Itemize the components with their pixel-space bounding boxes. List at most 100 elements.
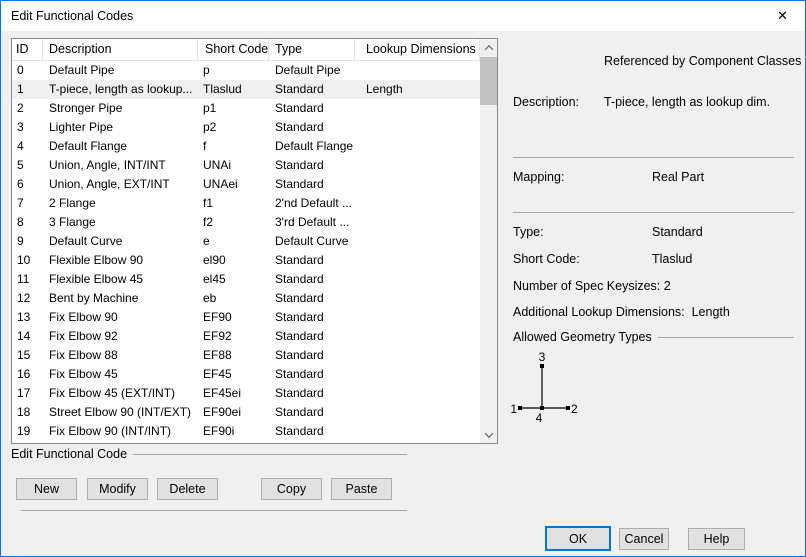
cancel-button[interactable]: Cancel [619,528,669,550]
table-row[interactable]: 72 Flangef12'nd Default ... [12,194,480,213]
cell-short-code: UNAi [198,156,269,175]
table-row[interactable]: 12Bent by MachineebStandard [12,289,480,308]
cell-description: Lighter Pipe [43,118,198,137]
cell-description: Default Pipe [43,61,198,80]
table-row[interactable]: 16Fix Elbow 45EF45Standard [12,365,480,384]
cell-id: 3 [12,118,43,137]
paste-button[interactable]: Paste [331,478,392,500]
functional-codes-table: ID Description Short Code Type Lookup Di… [11,38,498,444]
port-label-3: 3 [539,350,546,364]
cell-type: Standard [269,327,355,346]
junction-4-node [540,406,544,410]
scrollbar-thumb[interactable] [480,57,497,105]
help-button[interactable]: Help [688,528,745,550]
table-row[interactable]: 4Default FlangefDefault Flange [12,137,480,156]
cell-short-code: UNAei [198,175,269,194]
cell-type: Standard [269,251,355,270]
spec-keysizes-value: 2 [664,279,671,293]
table-row-selected[interactable]: 1T-piece, length as lookup...TlasludStan… [12,80,480,99]
cell-lookup [355,251,480,270]
cell-lookup [355,213,480,232]
cell-type: Standard [269,289,355,308]
table-row[interactable]: 10Flexible Elbow 90el90Standard [12,251,480,270]
table-row[interactable]: 83 Flangef23'rd Default ... [12,213,480,232]
cell-type: Standard [269,365,355,384]
table-content: ID Description Short Code Type Lookup Di… [12,39,480,443]
cell-type: Standard [269,270,355,289]
geometry-diagram: 1 2 3 4 [501,343,591,427]
cell-type: Default Flange [269,137,355,156]
cell-type: Standard [269,156,355,175]
table-row[interactable]: 19Fix Elbow 90 (INT/INT)EF90iStandard [12,422,480,441]
cell-description: 2 Flange [43,194,198,213]
column-header-short-code[interactable]: Short Code [198,39,269,60]
scrollbar-track[interactable] [480,56,497,426]
cell-type: Standard [269,422,355,441]
cell-description: Fix Elbow 45 (EXT/INT) [43,384,198,403]
cell-type: Standard [269,403,355,422]
table-header: ID Description Short Code Type Lookup Di… [12,39,480,61]
cell-lookup [355,384,480,403]
allowed-geometry-group-header: Allowed Geometry Types [513,330,794,344]
cell-id: 16 [12,365,43,384]
modify-button[interactable]: Modify [87,478,148,500]
cell-type: Standard [269,346,355,365]
table-row[interactable]: 14Fix Elbow 92EF92Standard [12,327,480,346]
close-button[interactable]: ✕ [760,1,805,30]
cell-lookup: Length [355,80,480,99]
scroll-up-button[interactable] [480,39,497,56]
cell-lookup [355,194,480,213]
type-value: Standard [652,225,703,239]
cell-type: 3'rd Default ... [269,213,355,232]
port-label-2: 2 [571,402,578,416]
cell-short-code: el45 [198,270,269,289]
cell-short-code: e [198,232,269,251]
cell-short-code: EF45ei [198,384,269,403]
column-header-id[interactable]: ID [12,39,43,60]
table-row[interactable]: 11Flexible Elbow 45el45Standard [12,270,480,289]
cell-id: 18 [12,403,43,422]
table-row[interactable]: 15Fix Elbow 88EF88Standard [12,346,480,365]
edit-functional-code-group-header: Edit Functional Code [11,447,407,461]
port-label-4: 4 [536,411,543,425]
cell-description: Stronger Pipe [43,99,198,118]
ok-button[interactable]: OK [545,526,611,551]
column-header-description[interactable]: Description [43,39,198,60]
cell-id: 17 [12,384,43,403]
table-row[interactable]: 9Default CurveeDefault Curve [12,232,480,251]
allowed-geometry-label: Allowed Geometry Types [513,330,652,344]
window-title: Edit Functional Codes [11,1,133,31]
cell-type: Standard [269,118,355,137]
table-row[interactable]: 2Stronger Pipep1Standard [12,99,480,118]
mapping-value: Real Part [652,170,704,184]
short-code-value: Tlaslud [652,252,692,266]
additional-lookup-label: Additional Lookup Dimensions: [513,305,685,319]
table-row[interactable]: 0Default PipepDefault Pipe [12,61,480,80]
column-header-lookup-dimensions[interactable]: Lookup Dimensions [355,39,480,60]
endpoint-1-node [518,406,522,410]
close-icon: ✕ [777,8,788,24]
new-button[interactable]: New [16,478,77,500]
vertical-scrollbar[interactable] [480,39,497,443]
table-row[interactable]: 17Fix Elbow 45 (EXT/INT)EF45eiStandard [12,384,480,403]
table-row[interactable]: 3Lighter Pipep2Standard [12,118,480,137]
table-row[interactable]: 18Street Elbow 90 (INT/EXT)EF90eiStandar… [12,403,480,422]
separator [513,212,794,213]
table-row[interactable]: 13Fix Elbow 90EF90Standard [12,308,480,327]
table-row[interactable]: 5Union, Angle, INT/INTUNAiStandard [12,156,480,175]
cell-type: Standard [269,99,355,118]
cell-id: 1 [12,80,43,99]
cell-id: 10 [12,251,43,270]
type-label: Type: [513,225,544,239]
cell-type: 2'nd Default ... [269,194,355,213]
copy-button[interactable]: Copy [261,478,322,500]
cell-short-code: p [198,61,269,80]
scroll-down-button[interactable] [480,426,497,443]
separator [513,157,794,158]
delete-button[interactable]: Delete [157,478,218,500]
column-header-type[interactable]: Type [269,39,355,60]
cell-short-code: Tlaslud [198,80,269,99]
cell-description: Union, Angle, INT/INT [43,156,198,175]
table-row[interactable]: 6Union, Angle, EXT/INTUNAeiStandard [12,175,480,194]
cell-id: 14 [12,327,43,346]
